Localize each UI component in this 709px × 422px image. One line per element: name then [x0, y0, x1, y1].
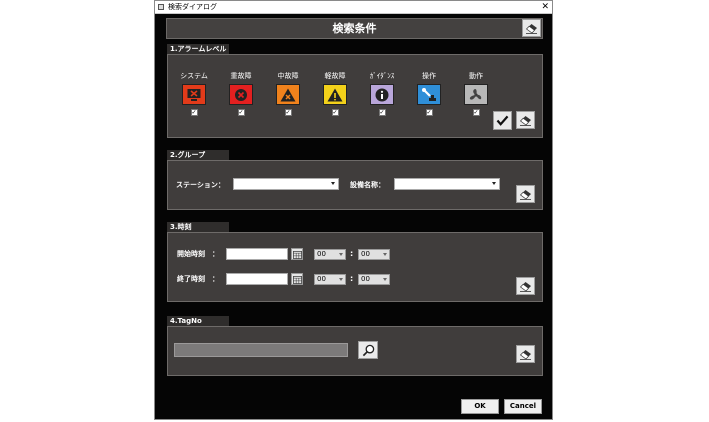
cancel-button[interactable]: Cancel	[504, 399, 542, 414]
alarm-checkbox-operation[interactable]: ✓	[425, 109, 433, 116]
alarm-level-system: システム ✓	[180, 71, 208, 116]
window-title: 検索ダイアログ	[168, 3, 217, 11]
eraser-icon	[519, 349, 531, 360]
eraser-icon	[519, 115, 531, 126]
end-hour-value: 00	[317, 275, 326, 283]
app-icon	[158, 4, 164, 10]
chevron-down-icon	[339, 253, 343, 256]
chevron-down-icon	[383, 253, 387, 256]
start-time-label: 開始時刻 ：	[177, 250, 219, 258]
alarm-checkbox-major[interactable]: ✓	[237, 109, 245, 116]
end-minute-value: 00	[361, 275, 370, 283]
section-label-time: 3.時刻	[167, 222, 229, 232]
eraser-icon	[525, 23, 537, 34]
end-date-input[interactable]	[226, 273, 288, 285]
end-hour-select[interactable]: 00	[314, 274, 346, 285]
search-button[interactable]	[358, 341, 378, 359]
time-colon: :	[350, 249, 354, 258]
tool-icon	[417, 84, 441, 105]
info-icon	[370, 84, 394, 105]
alarm-level-label: ｶﾞｲﾀﾞﾝｽ	[369, 72, 395, 80]
chevron-down-icon	[339, 278, 343, 281]
clear-alarm-level-button[interactable]	[516, 111, 535, 129]
group-panel: ステーション： 設備名称：	[167, 160, 543, 210]
end-time-label: 終了時刻 ：	[177, 275, 219, 283]
start-date-input[interactable]	[226, 248, 288, 260]
alarm-level-minor: 軽故障 ✓	[322, 71, 348, 116]
monitor-x-icon	[182, 84, 206, 105]
calendar-icon	[292, 275, 302, 284]
station-select[interactable]	[233, 178, 339, 190]
alarm-checkbox-system[interactable]: ✓	[190, 109, 198, 116]
alarm-level-major: 重故障 ✓	[228, 71, 254, 116]
alarm-level-action: 動作 ✓	[463, 71, 489, 116]
alarm-checkbox-medium[interactable]: ✓	[284, 109, 292, 116]
eraser-icon	[519, 281, 531, 292]
x-circle-icon	[229, 84, 253, 105]
ok-button[interactable]: OK	[461, 399, 499, 414]
alarm-checkbox-minor[interactable]: ✓	[331, 109, 339, 116]
warning-icon	[323, 84, 347, 105]
chevron-down-icon	[331, 182, 335, 185]
equipment-select[interactable]	[394, 178, 500, 190]
clear-all-button[interactable]	[522, 19, 541, 37]
title-bar: 検索ダイアログ ✕	[155, 1, 552, 14]
clear-group-button[interactable]	[516, 185, 535, 203]
section-label-tagno: 4.TagNo	[167, 316, 229, 326]
start-hour-select[interactable]: 00	[314, 249, 346, 260]
alarm-level-guidance: ｶﾞｲﾀﾞﾝｽ ✓	[369, 71, 395, 116]
checkmark-icon	[496, 115, 509, 126]
page-title: 検索条件	[332, 22, 377, 35]
time-panel: 開始時刻 ： 00 : 00 終了時刻 ： 00 : 00	[167, 232, 543, 302]
alarm-level-medium: 中故障 ✓	[275, 71, 301, 116]
select-all-button[interactable]	[493, 111, 512, 130]
start-minute-value: 00	[361, 250, 370, 258]
search-dialog-window: 検索ダイアログ ✕ 検索条件 1.アラームレベル システム ✓ 重故障 ✓ 中故…	[154, 0, 553, 420]
clear-time-button[interactable]	[516, 277, 535, 295]
fan-icon	[464, 84, 488, 105]
end-calendar-button[interactable]	[291, 273, 303, 285]
alarm-level-label: 動作	[469, 72, 483, 80]
close-button[interactable]: ✕	[541, 1, 549, 13]
time-colon: :	[350, 274, 354, 283]
clear-tagno-button[interactable]	[516, 345, 535, 363]
chevron-down-icon	[383, 278, 387, 281]
tagno-panel	[167, 326, 543, 376]
calendar-icon	[292, 250, 302, 259]
dialog-header: 検索条件	[166, 18, 543, 39]
eraser-icon	[519, 189, 531, 200]
alarm-checkbox-action[interactable]: ✓	[472, 109, 480, 116]
chevron-down-icon	[492, 182, 496, 185]
alarm-level-label: 重故障	[230, 72, 252, 80]
start-hour-value: 00	[317, 250, 326, 258]
start-calendar-button[interactable]	[291, 248, 303, 260]
equipment-label: 設備名称：	[350, 181, 385, 189]
search-icon	[362, 344, 374, 356]
alarm-level-label: 操作	[422, 72, 436, 80]
station-label: ステーション：	[176, 181, 225, 189]
alarm-level-label: 中故障	[277, 72, 299, 80]
alarm-level-panel: システム ✓ 重故障 ✓ 中故障 ✓ 軽故障 ✓ ｶﾞｲﾀﾞﾝｽ ✓ 操作 ✓ …	[167, 54, 543, 138]
alarm-checkbox-guidance[interactable]: ✓	[378, 109, 386, 116]
section-label-alarm-level: 1.アラームレベル	[167, 44, 229, 54]
end-minute-select[interactable]: 00	[358, 274, 390, 285]
warning-x-icon	[276, 84, 300, 105]
alarm-level-operation: 操作 ✓	[416, 71, 442, 116]
section-label-group: 2.グループ	[167, 150, 229, 160]
tagno-input[interactable]	[174, 343, 348, 357]
start-minute-select[interactable]: 00	[358, 249, 390, 260]
alarm-level-label: 軽故障	[324, 72, 346, 80]
alarm-level-label: システム	[180, 72, 208, 80]
